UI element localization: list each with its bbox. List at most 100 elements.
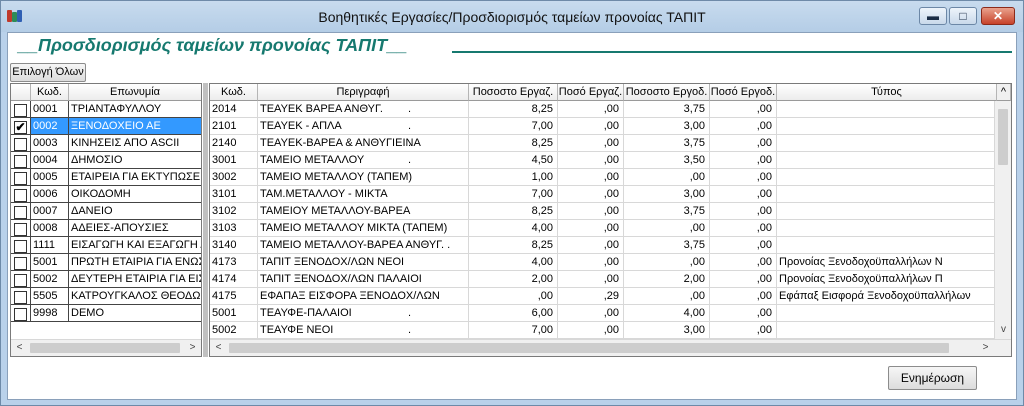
scroll-left-icon[interactable]: <: [210, 340, 227, 356]
row-checkbox[interactable]: [14, 308, 27, 321]
row-checkbox[interactable]: [14, 155, 27, 168]
employer-percent: ,00: [624, 169, 710, 186]
fund-row[interactable]: 2140 ΤΕΑΥΕΚ-ΒΑΡΕΑ & ΑΝΘΥΓΙΕΙΝΑ 8,25,00 3,75…: [210, 135, 997, 152]
fund-row[interactable]: 4173 ΤΑΠΙΤ ΞΕΝΟΔΟΧ/ΛΩΝ ΝΕΟΙ 4,00,00,00,00 Π…: [210, 254, 997, 271]
close-button[interactable]: ✕: [981, 7, 1015, 25]
employee-amount: ,00: [558, 152, 624, 169]
company-row[interactable]: 0008 ΑΔΕΙΕΣ-ΑΠΟΥΣΙΕΣ: [11, 220, 201, 237]
company-row[interactable]: 0003 ΚΙΝΗΣΕΙΣ ΑΠΟ ASCII: [11, 135, 201, 152]
row-checkbox[interactable]: [14, 206, 27, 219]
company-code: 1111: [31, 237, 69, 254]
scroll-right-icon[interactable]: >: [977, 340, 994, 356]
row-checkbox[interactable]: [14, 274, 27, 287]
row-checkbox[interactable]: [14, 189, 27, 202]
scroll-left-icon[interactable]: <: [11, 340, 28, 356]
hscroll-thumb[interactable]: [229, 343, 949, 353]
title-bar[interactable]: Βοηθητικές Εργασίες/Προσδιορισμός ταμείω…: [1, 1, 1023, 32]
checkbox-cell[interactable]: [11, 288, 31, 305]
fund-row[interactable]: 4175 ΕΦΑΠΑΞ ΕΙΣΦΟΡΑ ΞΕΝΟΔΟΧ/ΛΩΝ ,00,29,00,…: [210, 288, 997, 305]
fund-type: [777, 203, 997, 220]
checkbox-cell[interactable]: [11, 254, 31, 271]
checkbox-cell[interactable]: [11, 135, 31, 152]
fund-row[interactable]: 3002 ΤΑΜΕΙΟ ΜΕΤΑΛΛΟΥ (ΤΑΠΕΜ) 1,00,00,00,00: [210, 169, 997, 186]
header-name[interactable]: Επωνυμία: [69, 84, 201, 101]
fund-row[interactable]: 3101 ΤΑΜ.ΜΕΤΑΛΛΟΥ - ΜΙΚΤΑ 7,00,00 3,00,00: [210, 186, 997, 203]
header-fund-code[interactable]: Κωδ.: [210, 84, 258, 101]
fund-row[interactable]: 3103 ΤΑΜΕΙΟ ΜΕΤΑΛΛΟΥ ΜΙΚΤΑ (ΤΑΠΕΜ) 4,00,00…: [210, 220, 997, 237]
company-code: 0004: [31, 152, 69, 169]
fund-row[interactable]: 2101 ΤΕΑΥΕΚ - ΑΠΛΑ 7,00,00 3,00,00.: [210, 118, 997, 135]
heading-title: __Προσδιορισμός ταμείων προνοίας ΤΑΠΙΤ__: [18, 35, 408, 55]
checkbox-cell[interactable]: [11, 271, 31, 288]
funds-grid[interactable]: Κωδ. Περιγραφή Ποσοστο Εργαζ. Ποσό Εργαζ…: [209, 83, 1012, 357]
employer-percent: 3,75: [624, 203, 710, 220]
checkbox-cell[interactable]: [11, 305, 31, 322]
header-employer-amount[interactable]: Ποσό Εργοδ.: [710, 84, 777, 101]
checkbox-cell[interactable]: [11, 101, 31, 118]
select-all-button[interactable]: Επιλογή Όλων: [10, 63, 86, 82]
company-row[interactable]: 5002ΔΕΥΤΕΡΗ ΕΤΑΙΡΙΑ ΓΙΑ ΕΙΣΑΓ: [11, 271, 201, 288]
scroll-down-icon[interactable]: v: [995, 322, 1011, 339]
checkbox-cell[interactable]: [11, 203, 31, 220]
companies-grid[interactable]: Κωδ. Επωνυμία 0001 ΤΡΙΑΝΤΑΦΥΛΛΟΥ ✔ 0002 ΞΕΝΟ…: [10, 83, 202, 357]
fund-code: 4173: [210, 254, 258, 271]
checkbox-cell[interactable]: [11, 220, 31, 237]
employee-amount: ,29: [558, 288, 624, 305]
header-check[interactable]: [11, 84, 31, 101]
funds-hscrollbar[interactable]: < >: [210, 339, 1011, 356]
scroll-up-icon[interactable]: ^: [997, 84, 1011, 101]
company-row[interactable]: 5001 ΠΡΩΤΗ ΕΤΑΙΡΙΑ ΓΙΑ ΕΝΩΣΗ: [11, 254, 201, 271]
company-row[interactable]: 0007 ΔΑΝΕΙΟ: [11, 203, 201, 220]
row-checkbox[interactable]: [14, 172, 27, 185]
row-checkbox[interactable]: [14, 291, 27, 304]
fund-row[interactable]: 5002 ΤΕΑΥΦΕ ΝΕΟΙ 7,00,00 3,00,00.: [210, 322, 997, 339]
checkbox-cell[interactable]: [11, 237, 31, 254]
fund-type: [777, 186, 997, 203]
maximize-button[interactable]: □: [949, 7, 977, 25]
header-description[interactable]: Περιγραφή: [258, 84, 469, 101]
checkbox-cell[interactable]: ✔: [11, 118, 31, 135]
fund-code: 3103: [210, 220, 258, 237]
company-row[interactable]: 0006 ΟΙΚΟΔΟΜΗ: [11, 186, 201, 203]
fund-row[interactable]: 5001 ΤΕΑΥΦΕ-ΠΑΛΑΙΟΙ 6,00,00 4,00,00.: [210, 305, 997, 322]
hscroll-thumb[interactable]: [30, 343, 180, 353]
company-row[interactable]: 0004 ΔΗΜΟΣΙΟ: [11, 152, 201, 169]
row-checkbox[interactable]: [14, 223, 27, 236]
header-employee-pct[interactable]: Ποσοστο Εργαζ.: [469, 84, 558, 101]
company-row[interactable]: 9998 DEMO: [11, 305, 201, 322]
fund-row[interactable]: 2014 ΤΕΑΥΕΚ ΒΑΡΕΑ ΑΝΘΥΓ. 8,25,00 3,75,00.: [210, 101, 997, 118]
fund-row[interactable]: 4174 ΤΑΠΙΤ ΞΕΝΟΔΟΧ/ΛΩΝ ΠΑΛΑΙΟΙ 2,00,00 2,00…: [210, 271, 997, 288]
minimize-button[interactable]: ▬: [919, 7, 947, 25]
header-employer-pct[interactable]: Ποσοστο Εργοδ.: [624, 84, 710, 101]
employer-percent: 2,00: [624, 271, 710, 288]
fund-mark: [406, 169, 426, 186]
company-row[interactable]: 1111 ΕΙΣΑΓΩΓΗ ΚΑΙ ΕΞΑΓΩΓΗ ΔΙ: [11, 237, 201, 254]
fund-mark: .: [408, 154, 412, 166]
row-checkbox[interactable]: ✔: [14, 121, 27, 134]
header-code[interactable]: Κωδ.: [31, 84, 69, 101]
fund-row[interactable]: 3001 ΤΑΜΕΙΟ ΜΕΤΑΛΛΟΥ 4,50,00 3,50,00.: [210, 152, 997, 169]
row-checkbox[interactable]: [14, 104, 27, 117]
checkbox-cell[interactable]: [11, 186, 31, 203]
checkbox-cell[interactable]: [11, 152, 31, 169]
company-row[interactable]: 5505 ΚΑΤΡΟΥΓΚΑΛΟΣ ΘΕΟΔΩΡΟ: [11, 288, 201, 305]
update-button[interactable]: Ενημέρωση: [888, 366, 977, 390]
company-row[interactable]: 0005ΕΤΑΙΡΕΙΑ ΓΙΑ ΕΚΤΥΠΩΣΕΙΣ Δ: [11, 169, 201, 186]
employee-percent: 7,00: [469, 186, 558, 203]
funds-vscrollbar[interactable]: v: [994, 101, 1011, 339]
fund-row[interactable]: 3140 ΤΑΜΕΙΟ ΜΕΤΑΛΛΟΥ-ΒΑΡΕΑ ΑΝΘΥΓ. . 8,25,0…: [210, 237, 997, 254]
companies-hscrollbar[interactable]: < >: [11, 339, 201, 356]
company-row[interactable]: 0001 ΤΡΙΑΝΤΑΦΥΛΛΟΥ: [11, 101, 201, 118]
checkbox-cell[interactable]: [11, 169, 31, 186]
row-checkbox[interactable]: [14, 138, 27, 151]
header-type[interactable]: Τύπος: [777, 84, 997, 101]
grid-splitter[interactable]: [203, 83, 208, 357]
company-name: ΔΗΜΟΣΙΟ: [69, 152, 201, 169]
scroll-right-icon[interactable]: >: [184, 340, 201, 356]
company-row[interactable]: ✔ 0002 ΞΕΝΟΔΟΧΕΙΟ ΑΕ: [11, 118, 201, 135]
row-checkbox[interactable]: [14, 240, 27, 253]
header-employee-amount[interactable]: Ποσό Εργαζ.: [558, 84, 624, 101]
vscroll-thumb[interactable]: [998, 109, 1008, 165]
fund-row[interactable]: 3102 ΤΑΜΕΙΟΥ ΜΕΤΑΛΛΟΥ-ΒΑΡΕΑ 8,25,00 3,75,00: [210, 203, 997, 220]
row-checkbox[interactable]: [14, 257, 27, 270]
